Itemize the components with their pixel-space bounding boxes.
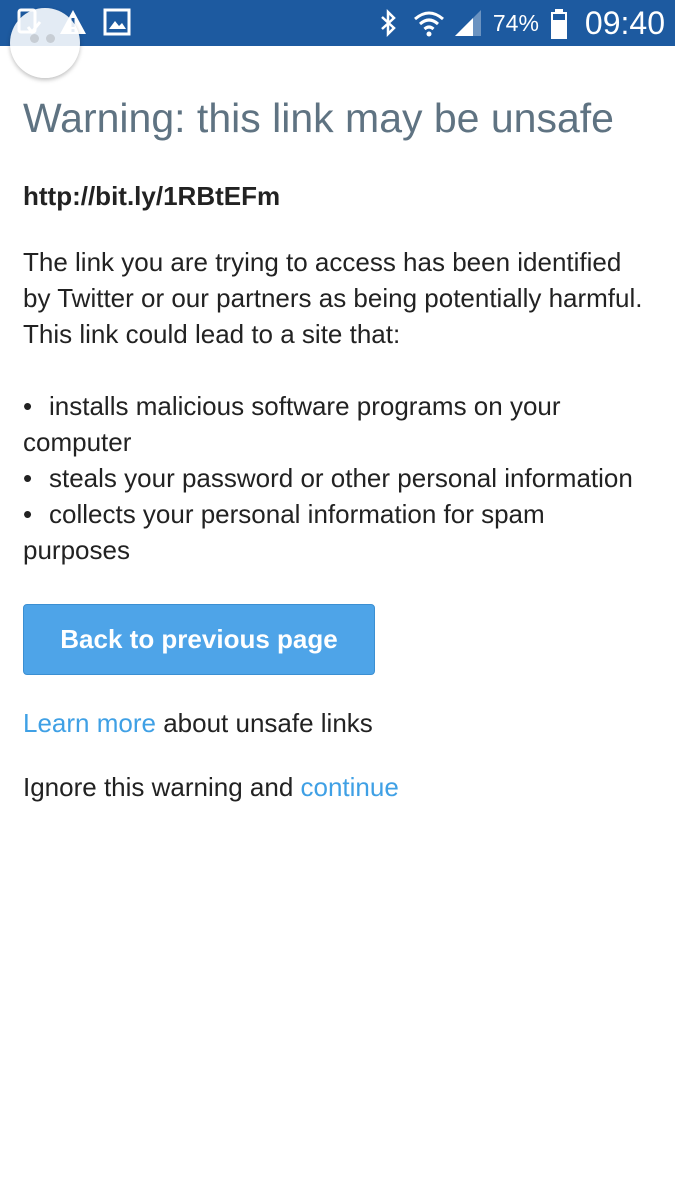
floating-action-bubble[interactable] <box>10 8 80 78</box>
signal-icon <box>453 8 483 38</box>
learn-more-text: about unsafe links <box>155 708 373 738</box>
warning-description: The link you are trying to access has be… <box>23 247 643 349</box>
ignore-warning-line: Ignore this warning and continue <box>23 769 653 805</box>
continue-link[interactable]: continue <box>301 772 399 802</box>
bubble-dot <box>30 34 39 43</box>
battery-icon <box>549 8 569 39</box>
bullet-icon: • <box>23 391 33 421</box>
system-icons: 74% 09:40 <box>373 0 665 46</box>
bullet-icon: • <box>23 499 33 529</box>
bubble-dot <box>46 34 55 43</box>
status-bar: 74% 09:40 <box>0 0 675 46</box>
battery-percent: 74% <box>492 9 539 36</box>
image-icon <box>102 7 132 37</box>
clock: 09:40 <box>584 4 665 41</box>
ignore-warning-text: Ignore this warning and <box>23 772 301 802</box>
risk-item: • installs malicious software programs on… <box>23 388 653 460</box>
risk-text: steals your password or other personal i… <box>49 463 633 493</box>
risk-text: collects your personal information for s… <box>23 499 545 565</box>
risk-item: • collects your personal information for … <box>23 496 653 568</box>
page-title: Warning: this link may be unsafe <box>23 95 614 141</box>
risk-item: • steals your password or other personal … <box>23 460 653 496</box>
wifi-icon <box>413 8 444 38</box>
risk-text: installs malicious software programs on … <box>23 391 561 457</box>
unsafe-url: http://bit.ly/1RBtEFm <box>23 181 281 211</box>
bullet-icon: • <box>23 463 33 493</box>
bluetooth-icon <box>373 8 403 38</box>
back-to-previous-page-button[interactable]: Back to previous page <box>23 604 375 675</box>
learn-more-link[interactable]: Learn more <box>23 708 156 738</box>
risk-list: • installs malicious software programs on… <box>23 388 653 568</box>
warning-content: Warning: this link may be unsafe http://… <box>23 90 653 805</box>
learn-more-line: Learn more about unsafe links <box>23 705 653 741</box>
